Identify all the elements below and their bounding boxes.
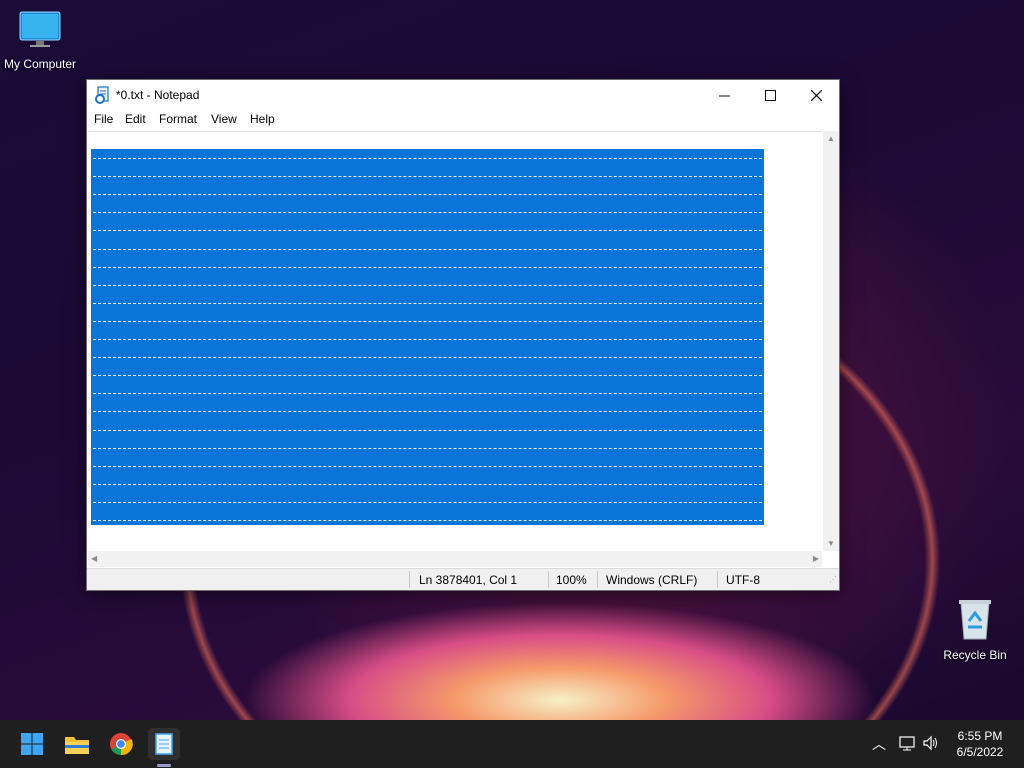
clock-time: 6:55 PM (957, 729, 1003, 743)
text-selection (91, 149, 764, 525)
selected-text-line (93, 248, 762, 250)
selected-text-line (93, 339, 762, 340)
scroll-up-icon[interactable]: ▲ (827, 134, 835, 143)
file-explorer-button[interactable] (61, 728, 93, 760)
selected-text-line (93, 158, 762, 159)
selected-text-line (93, 212, 762, 214)
file-explorer-icon (65, 737, 89, 754)
resize-grip-icon[interactable]: ⋰ (829, 575, 837, 584)
scroll-right-icon[interactable]: ▶ (813, 554, 819, 563)
maximize-button[interactable] (747, 80, 793, 110)
monitor-icon (19, 11, 61, 47)
desktop-icon-label: Recycle Bin (943, 648, 1007, 662)
selected-text-line (93, 230, 762, 232)
maximize-icon (764, 89, 776, 101)
scroll-left-icon[interactable]: ◀ (91, 554, 97, 563)
desktop-icon-my-computer[interactable]: My Computer (0, 10, 80, 71)
recycle-bin-icon (959, 600, 991, 640)
status-line-ending: Windows (CRLF) (606, 573, 698, 587)
minimize-button[interactable] (701, 80, 747, 110)
selected-text-line (93, 320, 762, 322)
selected-text-line (93, 176, 762, 178)
selected-text-line (93, 501, 762, 503)
status-zoom: 100% (556, 573, 587, 587)
selected-text-line (93, 302, 762, 304)
menu-edit[interactable]: Edit (125, 112, 146, 126)
notepad-app-icon (95, 86, 109, 104)
selected-text-line (93, 393, 762, 395)
selected-text-line (93, 375, 762, 377)
notepad-window[interactable]: *0.txt - Notepad File Edit Format View H… (86, 79, 840, 591)
notepad-taskbar-button[interactable] (148, 728, 180, 760)
minimize-icon (718, 95, 730, 96)
chrome-button[interactable] (105, 728, 137, 760)
volume-icon[interactable] (922, 735, 940, 751)
close-icon (810, 89, 822, 101)
tray-chevron-icon[interactable]: ︿ (872, 734, 886, 754)
window-title: *0.txt - Notepad (116, 88, 200, 102)
start-button[interactable] (16, 728, 48, 760)
menu-view[interactable]: View (211, 112, 237, 126)
text-editor[interactable] (88, 131, 822, 552)
vertical-scrollbar[interactable]: ▲ ▼ (823, 131, 839, 551)
desktop-icon-recycle-bin[interactable]: Recycle Bin (935, 597, 1015, 662)
selected-text-line (93, 520, 762, 521)
scroll-down-icon[interactable]: ▼ (827, 539, 835, 548)
menu-format[interactable]: Format (159, 112, 197, 126)
chrome-icon (110, 733, 133, 756)
start-icon (21, 733, 43, 755)
status-position: Ln 3878401, Col 1 (419, 573, 518, 587)
notepad-icon (155, 733, 173, 755)
status-encoding: UTF-8 (726, 573, 760, 587)
desktop-icon-label: My Computer (3, 57, 77, 71)
selected-text-line (93, 411, 762, 413)
menu-bar: File Edit Format View Help (87, 110, 839, 130)
horizontal-scrollbar[interactable]: ◀ ▶ (88, 551, 822, 567)
clock-date: 6/5/2022 (956, 745, 1004, 759)
active-app-indicator (157, 764, 171, 767)
selected-text-line (93, 429, 762, 431)
selected-text-line (93, 465, 762, 467)
selected-text-line (93, 483, 762, 485)
close-button[interactable] (793, 80, 839, 110)
menu-help[interactable]: Help (250, 112, 275, 126)
selected-text-line (93, 357, 762, 359)
selected-text-line (93, 266, 762, 268)
taskbar: ︿ 6:55 PM 6/5/2022 (0, 720, 1024, 768)
title-bar[interactable]: *0.txt - Notepad (87, 80, 839, 110)
selected-text-line (93, 284, 762, 286)
selected-text-line (93, 447, 762, 449)
clock[interactable]: 6:55 PM 6/5/2022 (950, 728, 1010, 760)
menu-file[interactable]: File (94, 112, 113, 126)
status-bar: Ln 3878401, Col 1 100% Windows (CRLF) UT… (87, 568, 839, 590)
selected-text-line (93, 194, 762, 196)
network-icon[interactable] (898, 735, 916, 751)
